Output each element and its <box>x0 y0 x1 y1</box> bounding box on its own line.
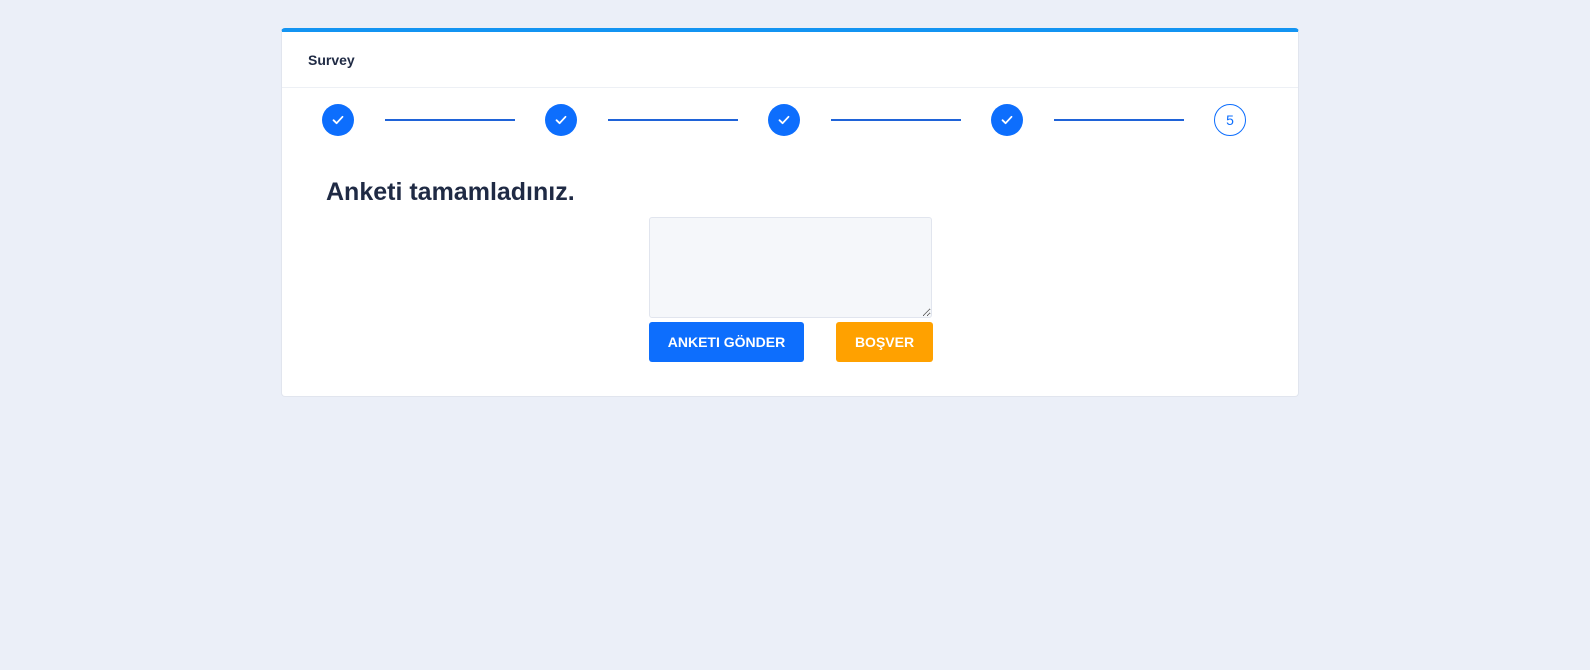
check-icon <box>1001 115 1013 125</box>
submit-survey-button[interactable]: ANKETI GÖNDER <box>649 322 804 362</box>
check-icon <box>778 115 790 125</box>
card-header: Survey <box>282 32 1298 88</box>
step-4-completed <box>991 104 1023 136</box>
survey-card: Survey 5 Anketi tamamladınız. ANKETI GÖN… <box>281 28 1299 397</box>
check-icon <box>555 115 567 125</box>
card-title: Survey <box>308 51 355 68</box>
skip-button[interactable]: BOŞVER <box>836 322 933 362</box>
step-connector <box>608 119 738 121</box>
check-icon <box>332 115 344 125</box>
step-5-current: 5 <box>1214 104 1246 136</box>
feedback-textarea[interactable] <box>649 217 932 318</box>
step-3-completed <box>768 104 800 136</box>
step-number: 5 <box>1226 112 1234 128</box>
stepper: 5 <box>322 104 1262 136</box>
step-connector <box>385 119 515 121</box>
completion-heading: Anketi tamamladınız. <box>326 178 575 206</box>
step-connector <box>1054 119 1184 121</box>
step-2-completed <box>545 104 577 136</box>
step-connector <box>831 119 961 121</box>
step-1-completed <box>322 104 354 136</box>
